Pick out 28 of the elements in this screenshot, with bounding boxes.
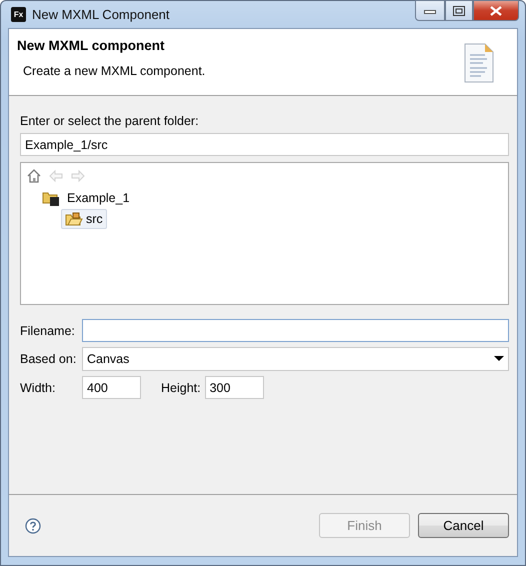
- page-description: Create a new MXML component.: [23, 64, 206, 78]
- package-folder-icon: [65, 210, 83, 226]
- dropdown-caret-icon: [494, 356, 504, 362]
- page-title: New MXML component: [17, 38, 166, 53]
- height-field[interactable]: 300: [204, 376, 264, 399]
- width-field[interactable]: 400: [82, 376, 141, 399]
- home-icon[interactable]: [26, 168, 42, 184]
- based-on-dropdown[interactable]: Canvas: [82, 347, 509, 371]
- tree-item[interactable]: Example_1: [63, 188, 134, 206]
- filename-label: Filename:: [20, 324, 76, 338]
- help-icon[interactable]: [25, 518, 41, 534]
- parent-folder-label: Enter or select the parent folder:: [20, 114, 200, 128]
- based-on-label: Based on:: [20, 352, 78, 366]
- document-icon: [463, 43, 495, 83]
- height-label: Height:: [161, 380, 201, 394]
- maximize-icon: [453, 6, 465, 16]
- cancel-button[interactable]: Cancel: [418, 513, 509, 538]
- close-button[interactable]: [473, 0, 519, 21]
- maximize-button[interactable]: [445, 0, 473, 21]
- close-icon: [490, 6, 502, 16]
- filename-field[interactable]: [82, 319, 509, 342]
- app-icon: Fx: [11, 7, 26, 22]
- window-title: New MXML Component: [32, 7, 170, 22]
- parent-folder-field[interactable]: Example_1/src: [20, 133, 509, 156]
- minimize-icon: [424, 8, 436, 14]
- width-label: Width:: [20, 380, 56, 394]
- minimize-button[interactable]: [415, 0, 445, 21]
- project-folder-icon: [42, 190, 60, 206]
